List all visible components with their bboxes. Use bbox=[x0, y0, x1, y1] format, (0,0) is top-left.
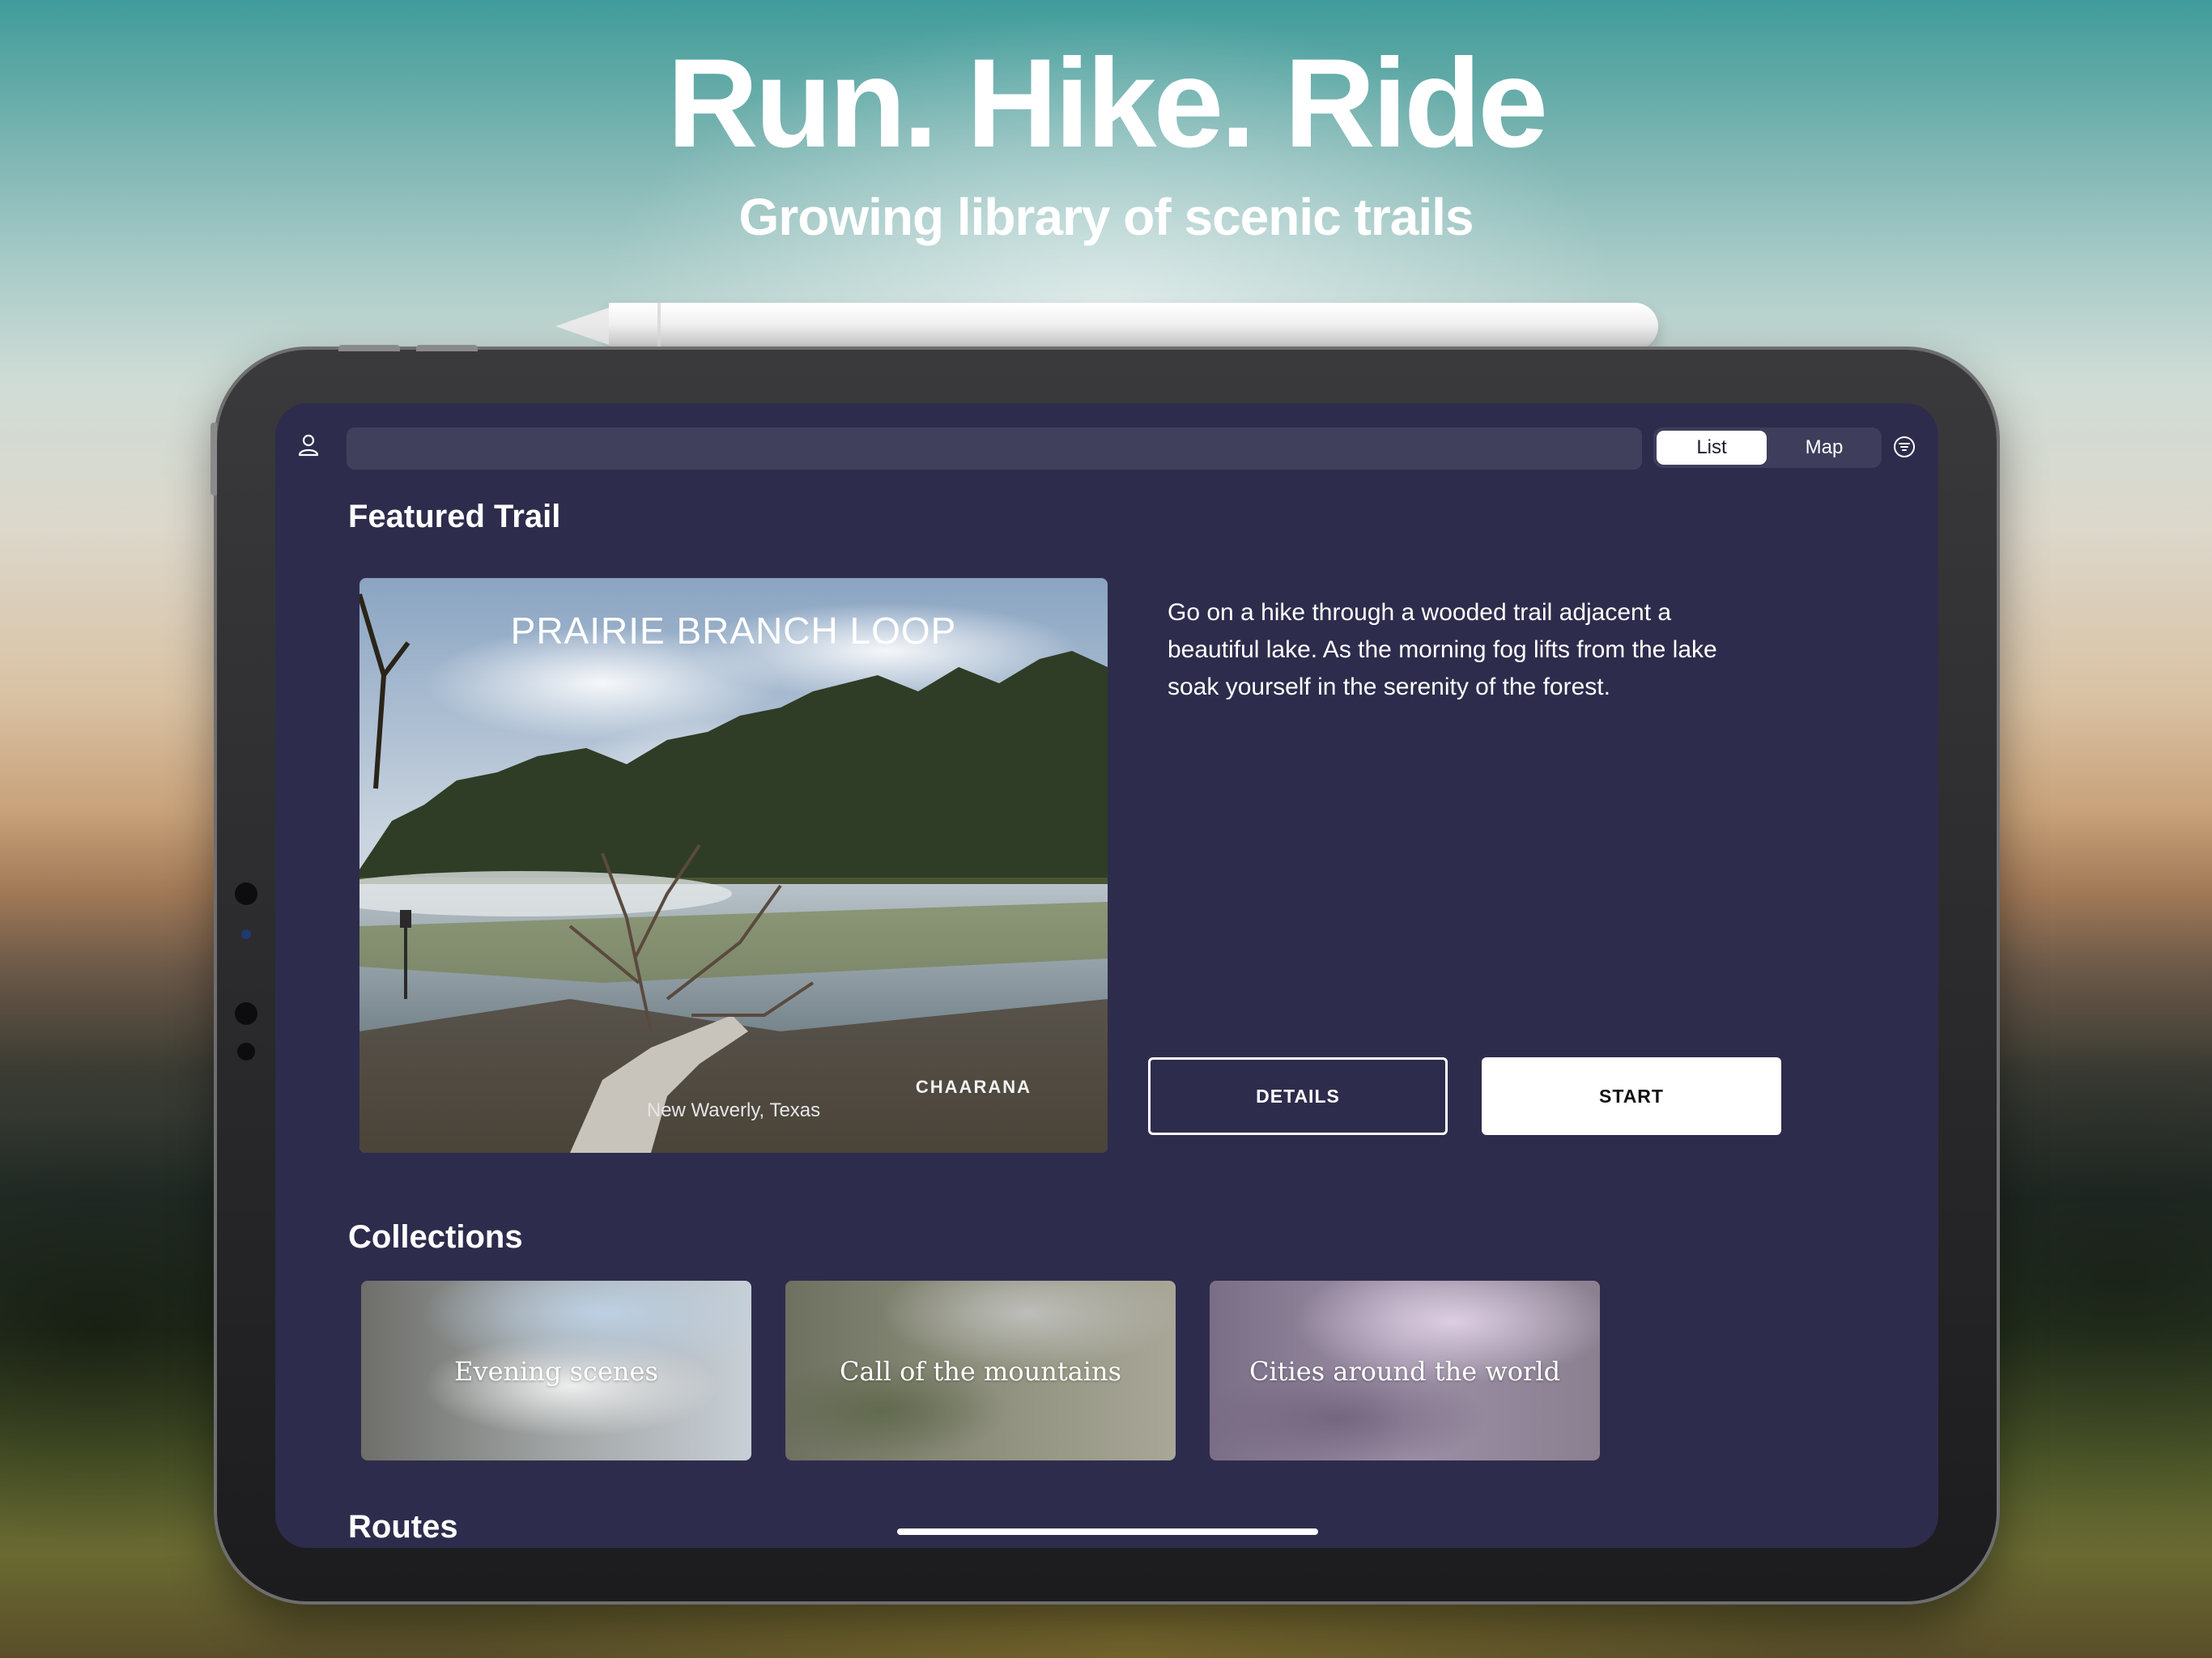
collection-label: Call of the mountains bbox=[839, 1356, 1122, 1387]
collection-label: Cities around the world bbox=[1249, 1356, 1561, 1387]
flash-icon bbox=[237, 1043, 255, 1061]
hero-subtitle: Growing library of scenic trails bbox=[738, 188, 1474, 246]
collections-section-title: Collections bbox=[348, 1219, 523, 1255]
collection-label: Evening scenes bbox=[454, 1356, 658, 1387]
collection-card[interactable]: Call of the mountains bbox=[785, 1281, 1176, 1460]
person-icon[interactable] bbox=[298, 434, 319, 457]
view-mode-segmented-control: List Map bbox=[1653, 427, 1882, 468]
collection-card[interactable]: Cities around the world bbox=[1210, 1281, 1600, 1460]
start-button[interactable]: START bbox=[1482, 1057, 1781, 1135]
volume-down-button bbox=[416, 345, 478, 351]
pencil-tip bbox=[555, 308, 609, 345]
ipad-device-frame: List Map Featured Trail PRAIRIE BRANCH L… bbox=[211, 345, 1997, 1601]
filter-icon[interactable] bbox=[1893, 436, 1916, 458]
collection-card[interactable]: Evening scenes bbox=[361, 1281, 751, 1460]
app-screen: List Map Featured Trail PRAIRIE BRANCH L… bbox=[275, 403, 1938, 1548]
details-button[interactable]: DETAILS bbox=[1148, 1057, 1448, 1135]
search-input[interactable] bbox=[347, 427, 1642, 470]
featured-section-title: Featured Trail bbox=[348, 499, 561, 534]
home-indicator[interactable] bbox=[897, 1528, 1318, 1535]
hero-title: Run. Hike. Ride bbox=[666, 33, 1548, 174]
pencil-band bbox=[657, 303, 661, 350]
apple-pencil bbox=[555, 303, 1658, 350]
power-button bbox=[211, 423, 217, 495]
featured-trail-image[interactable]: PRAIRIE BRANCH LOOP CHAARANA New Waverly… bbox=[359, 578, 1108, 1153]
sensor-icon bbox=[241, 929, 251, 939]
volume-up-button bbox=[338, 345, 400, 351]
tab-map[interactable]: Map bbox=[1770, 431, 1878, 465]
trail-description: Go on a hike through a wooded trail adja… bbox=[1168, 599, 1717, 700]
brand-watermark: CHAARANA bbox=[915, 1077, 1032, 1097]
camera-icon bbox=[235, 882, 257, 905]
camera-icon bbox=[235, 1002, 257, 1025]
tab-list[interactable]: List bbox=[1657, 431, 1767, 465]
trail-name: PRAIRIE BRANCH LOOP bbox=[510, 610, 957, 652]
lake-forest-photo bbox=[359, 578, 1108, 1153]
trail-location: New Waverly, Texas bbox=[646, 1099, 821, 1121]
routes-section-title: Routes bbox=[348, 1509, 458, 1545]
